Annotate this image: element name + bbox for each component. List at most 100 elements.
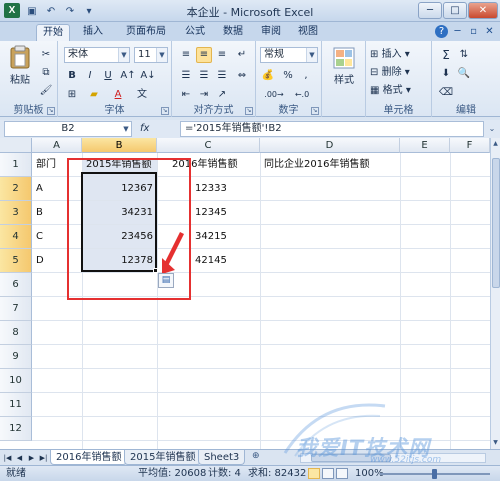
font-launcher-icon[interactable]: ↘: [161, 107, 169, 115]
align-top-icon[interactable]: ≡: [178, 47, 194, 63]
row-header-7[interactable]: 7: [0, 297, 32, 321]
styles-button[interactable]: 样式: [328, 47, 360, 86]
column-header-a[interactable]: A: [32, 138, 82, 153]
sheet-tab-2016[interactable]: 2016年销售额: [50, 450, 128, 465]
maximize-button[interactable]: □: [443, 2, 467, 19]
wrap-text-icon[interactable]: ↵: [234, 47, 250, 63]
fill-icon[interactable]: ⬇: [438, 66, 454, 82]
number-format-combo[interactable]: 常规 ▼: [260, 47, 318, 63]
align-bottom-icon[interactable]: ≡: [214, 47, 230, 63]
align-middle-icon[interactable]: ≡: [196, 47, 212, 63]
minimize-button[interactable]: ─: [418, 2, 442, 19]
prev-sheet-icon[interactable]: ◀: [14, 452, 25, 464]
align-right-icon[interactable]: ☰: [214, 68, 230, 84]
column-header-c[interactable]: C: [157, 138, 260, 153]
font-name-combo[interactable]: 宋体 ▼: [64, 47, 130, 63]
row-header-2[interactable]: 2: [0, 177, 32, 201]
column-header-f[interactable]: F: [450, 138, 490, 153]
align-left-icon[interactable]: ☰: [178, 68, 194, 84]
cell-c2[interactable]: 12333: [191, 177, 260, 201]
number-launcher-icon[interactable]: ↘: [311, 107, 319, 115]
copy-icon[interactable]: ⧉: [38, 65, 54, 81]
cut-icon[interactable]: ✂: [38, 47, 54, 63]
clear-icon[interactable]: ⌫: [438, 85, 454, 101]
tab-page-layout[interactable]: 页面布局: [118, 24, 174, 41]
sort-filter-icon[interactable]: ⇅: [456, 47, 472, 63]
tab-data[interactable]: 数据: [218, 24, 248, 41]
name-box[interactable]: B2 ▼: [4, 121, 132, 137]
font-size-combo[interactable]: 11 ▼: [134, 47, 168, 63]
ribbon-minimize-icon[interactable]: ─: [451, 25, 464, 38]
row-header-11[interactable]: 11: [0, 393, 32, 417]
row-header-3[interactable]: 3: [0, 201, 32, 225]
select-all-corner[interactable]: [0, 138, 32, 153]
cell-c5[interactable]: 42145: [191, 249, 260, 273]
insert-sheet-icon[interactable]: ⊕: [252, 451, 260, 461]
insert-function-button[interactable]: fx: [140, 122, 174, 136]
tab-insert[interactable]: 插入: [78, 24, 108, 41]
cell-c3[interactable]: 12345: [191, 201, 260, 225]
column-header-b[interactable]: B: [82, 138, 157, 153]
comma-button[interactable]: ,: [298, 68, 314, 84]
grid-line: [260, 153, 261, 449]
formula-input[interactable]: ='2015年销售额'!B2: [180, 121, 484, 137]
align-center-icon[interactable]: ☰: [196, 68, 212, 84]
paste-options-icon[interactable]: ▤: [158, 273, 174, 288]
row-header-9[interactable]: 9: [0, 345, 32, 369]
paste-button[interactable]: 粘贴: [6, 45, 34, 86]
delete-cells-button[interactable]: ⊟ 删除 ▾: [370, 65, 410, 80]
row-header-1[interactable]: 1: [0, 153, 32, 177]
tab-view[interactable]: 视图: [293, 24, 323, 41]
bold-button[interactable]: B: [64, 68, 80, 84]
row-header-12[interactable]: 12: [0, 417, 32, 441]
format-painter-icon[interactable]: 🖌: [38, 83, 54, 99]
grow-font-icon[interactable]: A↑: [120, 68, 136, 84]
zoom-slider-knob[interactable]: [432, 469, 437, 479]
scroll-down-icon[interactable]: ▼: [491, 438, 500, 448]
help-icon[interactable]: ?: [435, 25, 448, 38]
ribbon-close-icon[interactable]: ✕: [483, 25, 496, 38]
clipboard-launcher-icon[interactable]: ↘: [47, 107, 55, 115]
page-break-view-icon[interactable]: [336, 468, 348, 479]
tab-review[interactable]: 审阅: [256, 24, 286, 41]
insert-cells-button[interactable]: ⊞ 插入 ▾: [370, 47, 410, 62]
underline-button[interactable]: U: [100, 68, 116, 84]
scroll-up-icon[interactable]: ▲: [491, 139, 500, 149]
vertical-scroll-thumb[interactable]: [492, 158, 500, 288]
normal-view-icon[interactable]: [308, 468, 320, 479]
autosum-button[interactable]: Σ: [438, 47, 454, 63]
cell-d1[interactable]: 同比企业2016年销售额: [260, 153, 400, 177]
group-name-cells: 单元格: [383, 105, 414, 116]
tab-formulas[interactable]: 公式: [180, 24, 210, 41]
row-header-8[interactable]: 8: [0, 321, 32, 345]
column-header-d[interactable]: D: [260, 138, 400, 153]
expand-formula-bar-icon[interactable]: ⌄: [486, 122, 498, 136]
alignment-launcher-icon[interactable]: ↘: [245, 107, 253, 115]
ribbon-restore-icon[interactable]: ▫: [467, 25, 480, 38]
shrink-font-icon[interactable]: A↓: [140, 68, 156, 84]
row-header-6[interactable]: 6: [0, 273, 32, 297]
row-header-5[interactable]: 5: [0, 249, 32, 273]
italic-button[interactable]: I: [82, 68, 98, 84]
currency-icon[interactable]: 💰: [260, 68, 276, 84]
cell-c4[interactable]: 34215: [191, 225, 260, 249]
first-sheet-icon[interactable]: |◀: [2, 452, 13, 464]
find-select-icon[interactable]: 🔍: [456, 66, 472, 82]
row-header-10[interactable]: 10: [0, 369, 32, 393]
last-sheet-icon[interactable]: ▶|: [38, 452, 49, 464]
zoom-slider[interactable]: [380, 469, 490, 479]
sheet-tab-sheet3[interactable]: Sheet3: [198, 450, 246, 465]
page-layout-view-icon[interactable]: [322, 468, 334, 479]
next-sheet-icon[interactable]: ▶: [26, 452, 37, 464]
vertical-scrollbar[interactable]: ▲ ▼: [490, 138, 500, 449]
close-button[interactable]: ✕: [468, 2, 498, 19]
percent-button[interactable]: %: [280, 68, 296, 84]
sheet-tab-2015[interactable]: 2015年销售额: [124, 450, 202, 465]
grid-line: [32, 344, 490, 345]
tab-home[interactable]: 开始: [36, 24, 70, 41]
row-header-4[interactable]: 4: [0, 225, 32, 249]
merge-center-icon[interactable]: ⇔: [234, 68, 250, 84]
format-cells-button[interactable]: ▦ 格式 ▾: [370, 83, 411, 98]
column-header-e[interactable]: E: [400, 138, 450, 153]
status-bar: 就绪 平均值: 20608 计数: 4 求和: 82432 100%: [0, 465, 500, 481]
